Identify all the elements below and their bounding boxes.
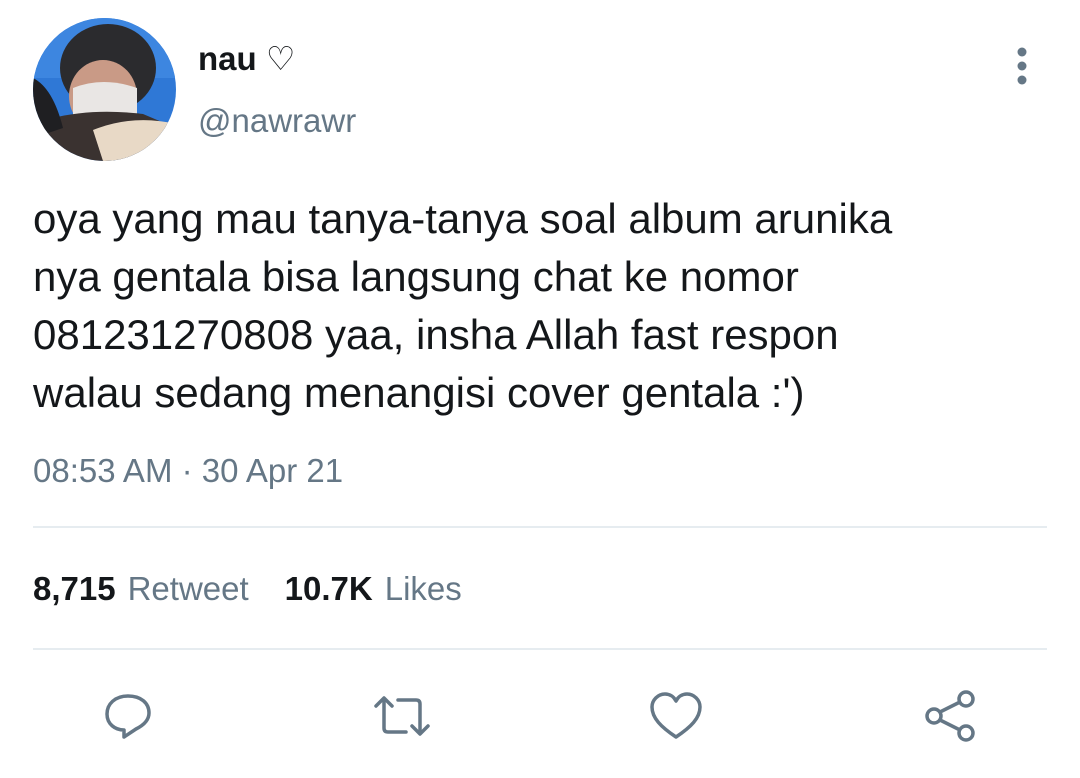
like-button[interactable] <box>646 686 706 746</box>
username-handle[interactable]: @nawrawr <box>198 102 356 140</box>
likes-count: 10.7K <box>284 570 373 607</box>
tweet-time: 08:53 AM <box>33 452 173 489</box>
avatar[interactable] <box>33 18 176 161</box>
more-options-button[interactable] <box>1004 44 1040 88</box>
likes-stat[interactable]: 10.7K Likes <box>285 570 462 608</box>
tweet-timestamp[interactable]: 08:53 AM · 30 Apr 21 <box>33 452 343 490</box>
retweet-stat[interactable]: 8,715 Retweet <box>33 570 249 608</box>
tweet-stats: 8,715 Retweet 10.7K Likes <box>33 570 462 608</box>
more-vertical-icon <box>1017 47 1027 85</box>
share-button[interactable] <box>920 686 980 746</box>
display-name[interactable]: nau ♡ <box>198 39 295 78</box>
tweet-date: 30 Apr 21 <box>201 452 344 489</box>
heart-icon <box>650 692 702 739</box>
reply-icon <box>105 694 151 739</box>
retweet-count: 8,715 <box>33 570 116 607</box>
share-icon <box>925 690 975 742</box>
meta-separator: · <box>181 452 193 489</box>
retweet-icon <box>374 696 430 736</box>
likes-label: Likes <box>384 570 462 607</box>
avatar-photo <box>33 18 176 161</box>
divider <box>33 648 1047 650</box>
retweet-button[interactable] <box>372 686 432 746</box>
reply-button[interactable] <box>98 686 158 746</box>
retweet-label: Retweet <box>127 570 249 607</box>
divider <box>33 526 1047 528</box>
tweet-text: oya yang mau tanya-tanya soal album arun… <box>33 195 893 416</box>
